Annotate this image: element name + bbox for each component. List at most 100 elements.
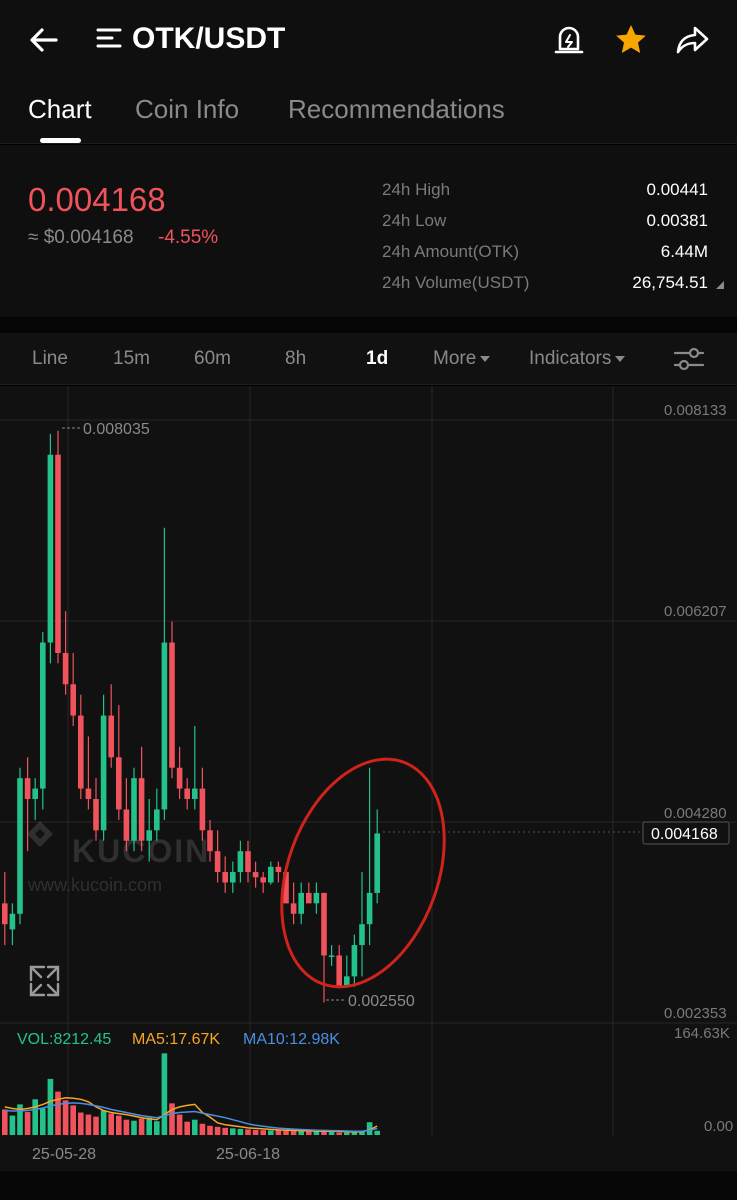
candle-body: [290, 903, 297, 914]
bottom-strip: [0, 1171, 737, 1200]
candle-body: [93, 799, 99, 831]
interval-line[interactable]: Line: [32, 348, 68, 370]
interval-1d[interactable]: 1d: [366, 348, 388, 370]
volume-bar: [260, 1130, 266, 1135]
volume-bar: [298, 1131, 304, 1135]
fullscreen-icon[interactable]: [29, 965, 60, 997]
candle-body: [17, 778, 23, 914]
pair-title[interactable]: OTK/USDT: [132, 20, 285, 58]
interval-15m[interactable]: 15m: [113, 348, 150, 370]
ma5-label: MA5:17.67K: [132, 1031, 220, 1048]
volume-bar: [123, 1119, 130, 1135]
candle-body: [116, 757, 122, 810]
candle-body: [146, 830, 152, 841]
volume-bar: [313, 1131, 320, 1135]
candle-body: [100, 715, 107, 831]
volume-bar: [176, 1114, 183, 1135]
candle-body: [275, 866, 282, 873]
candle-body: [169, 642, 175, 768]
tab-coin-info[interactable]: Coin Info: [135, 94, 239, 125]
candle-body: [184, 788, 190, 800]
volume-bar: [131, 1120, 137, 1135]
price-axis-label: 0.008133: [664, 402, 727, 419]
volume-bar: [161, 1053, 168, 1135]
candle-body: [374, 833, 380, 893]
back-arrow-icon[interactable]: [24, 20, 64, 60]
volume-bar: [230, 1128, 236, 1135]
chevron-down-icon: [480, 355, 491, 362]
volume-bar: [78, 1112, 84, 1135]
menu-icon[interactable]: [96, 27, 122, 49]
candle-body: [123, 809, 130, 841]
candle-body: [351, 945, 358, 977]
volume-bar: [32, 1099, 38, 1135]
volume-bar: [93, 1116, 99, 1135]
price-axis-label: 0.006207: [664, 603, 727, 620]
volume-bar: [100, 1110, 107, 1135]
stat-value-24h-amount: 6.44M: [660, 242, 708, 261]
candle-body: [222, 872, 228, 883]
volume-bar: [275, 1130, 282, 1135]
volume-bar: [268, 1130, 274, 1135]
tab-recommendations[interactable]: Recommendations: [288, 94, 505, 125]
interval-60m[interactable]: 60m: [194, 348, 231, 370]
star-icon[interactable]: [611, 20, 651, 60]
volume-axis-min: 0.00: [704, 1118, 733, 1135]
candle-body: [55, 454, 61, 653]
volume-bar: [62, 1100, 69, 1135]
candle-body: [366, 892, 373, 925]
stat-label-24h-volume: 24h Volume(USDT): [382, 273, 530, 292]
volume-bar: [237, 1128, 244, 1135]
candles: [2, 430, 380, 1003]
volume-bar: [192, 1119, 198, 1135]
candle-body: [192, 788, 198, 800]
current-price-tag: 0.004168: [651, 826, 718, 843]
price-alert-icon[interactable]: [549, 20, 589, 60]
indicators-label: Indicators: [529, 348, 612, 369]
stat-value-24h-volume: 26,754.51: [632, 273, 708, 292]
candle-body: [199, 788, 206, 831]
candle-body: [336, 955, 342, 987]
chart-settings-icon[interactable]: [672, 345, 706, 373]
candle-body: [237, 851, 244, 873]
stat-value-24h-low: 0.00381: [646, 211, 708, 230]
candle-body: [260, 877, 266, 883]
change-percent: -4.55%: [158, 227, 219, 248]
volume-bar: [306, 1131, 312, 1135]
price-axis-label: 0.004280: [664, 805, 727, 822]
candle-body: [207, 830, 213, 852]
candle-body: [306, 892, 312, 904]
indicators-dropdown[interactable]: Indicators: [529, 348, 626, 370]
candle-body: [313, 892, 320, 904]
candlestick-chart[interactable]: KUCOIN www.kucoin.com 0.008035 0.002550 …: [0, 386, 737, 1171]
watermark-url: www.kucoin.com: [27, 875, 162, 895]
candle-body: [321, 892, 327, 956]
volume-bar: [108, 1113, 114, 1135]
volume-bar: [336, 1132, 342, 1135]
active-tab-indicator: [40, 138, 81, 143]
volume-bar: [85, 1114, 92, 1135]
chart-area[interactable]: KUCOIN www.kucoin.com 0.008035 0.002550 …: [0, 386, 737, 1171]
volume-axis-max: 164.63K: [674, 1025, 730, 1042]
interval-8h[interactable]: 8h: [285, 348, 306, 370]
volume-bar: [116, 1115, 122, 1135]
high-marker-label: 0.008035: [83, 421, 150, 438]
volume-bar: [70, 1105, 76, 1135]
volume-corner-triangle-icon: [716, 281, 724, 289]
tab-chart[interactable]: Chart: [28, 94, 92, 125]
candle-body: [176, 767, 183, 789]
volume-label: VOL:8212.45: [17, 1031, 111, 1048]
volume-bar: [214, 1126, 221, 1135]
ma10-label: MA10:12.98K: [243, 1031, 340, 1048]
share-icon[interactable]: [673, 20, 713, 60]
volume-bar: [290, 1130, 297, 1135]
candle-body: [62, 652, 69, 685]
kucoin-logo-icon: [27, 821, 53, 847]
volume-bar: [9, 1115, 16, 1135]
volume-bar: [154, 1121, 160, 1135]
interval-more-dropdown[interactable]: More: [433, 348, 491, 370]
last-price: 0.004168: [28, 181, 166, 218]
volume-bar: [328, 1131, 335, 1135]
stat-value-24h-high: 0.00441: [646, 180, 708, 199]
volume-bar: [199, 1123, 206, 1135]
